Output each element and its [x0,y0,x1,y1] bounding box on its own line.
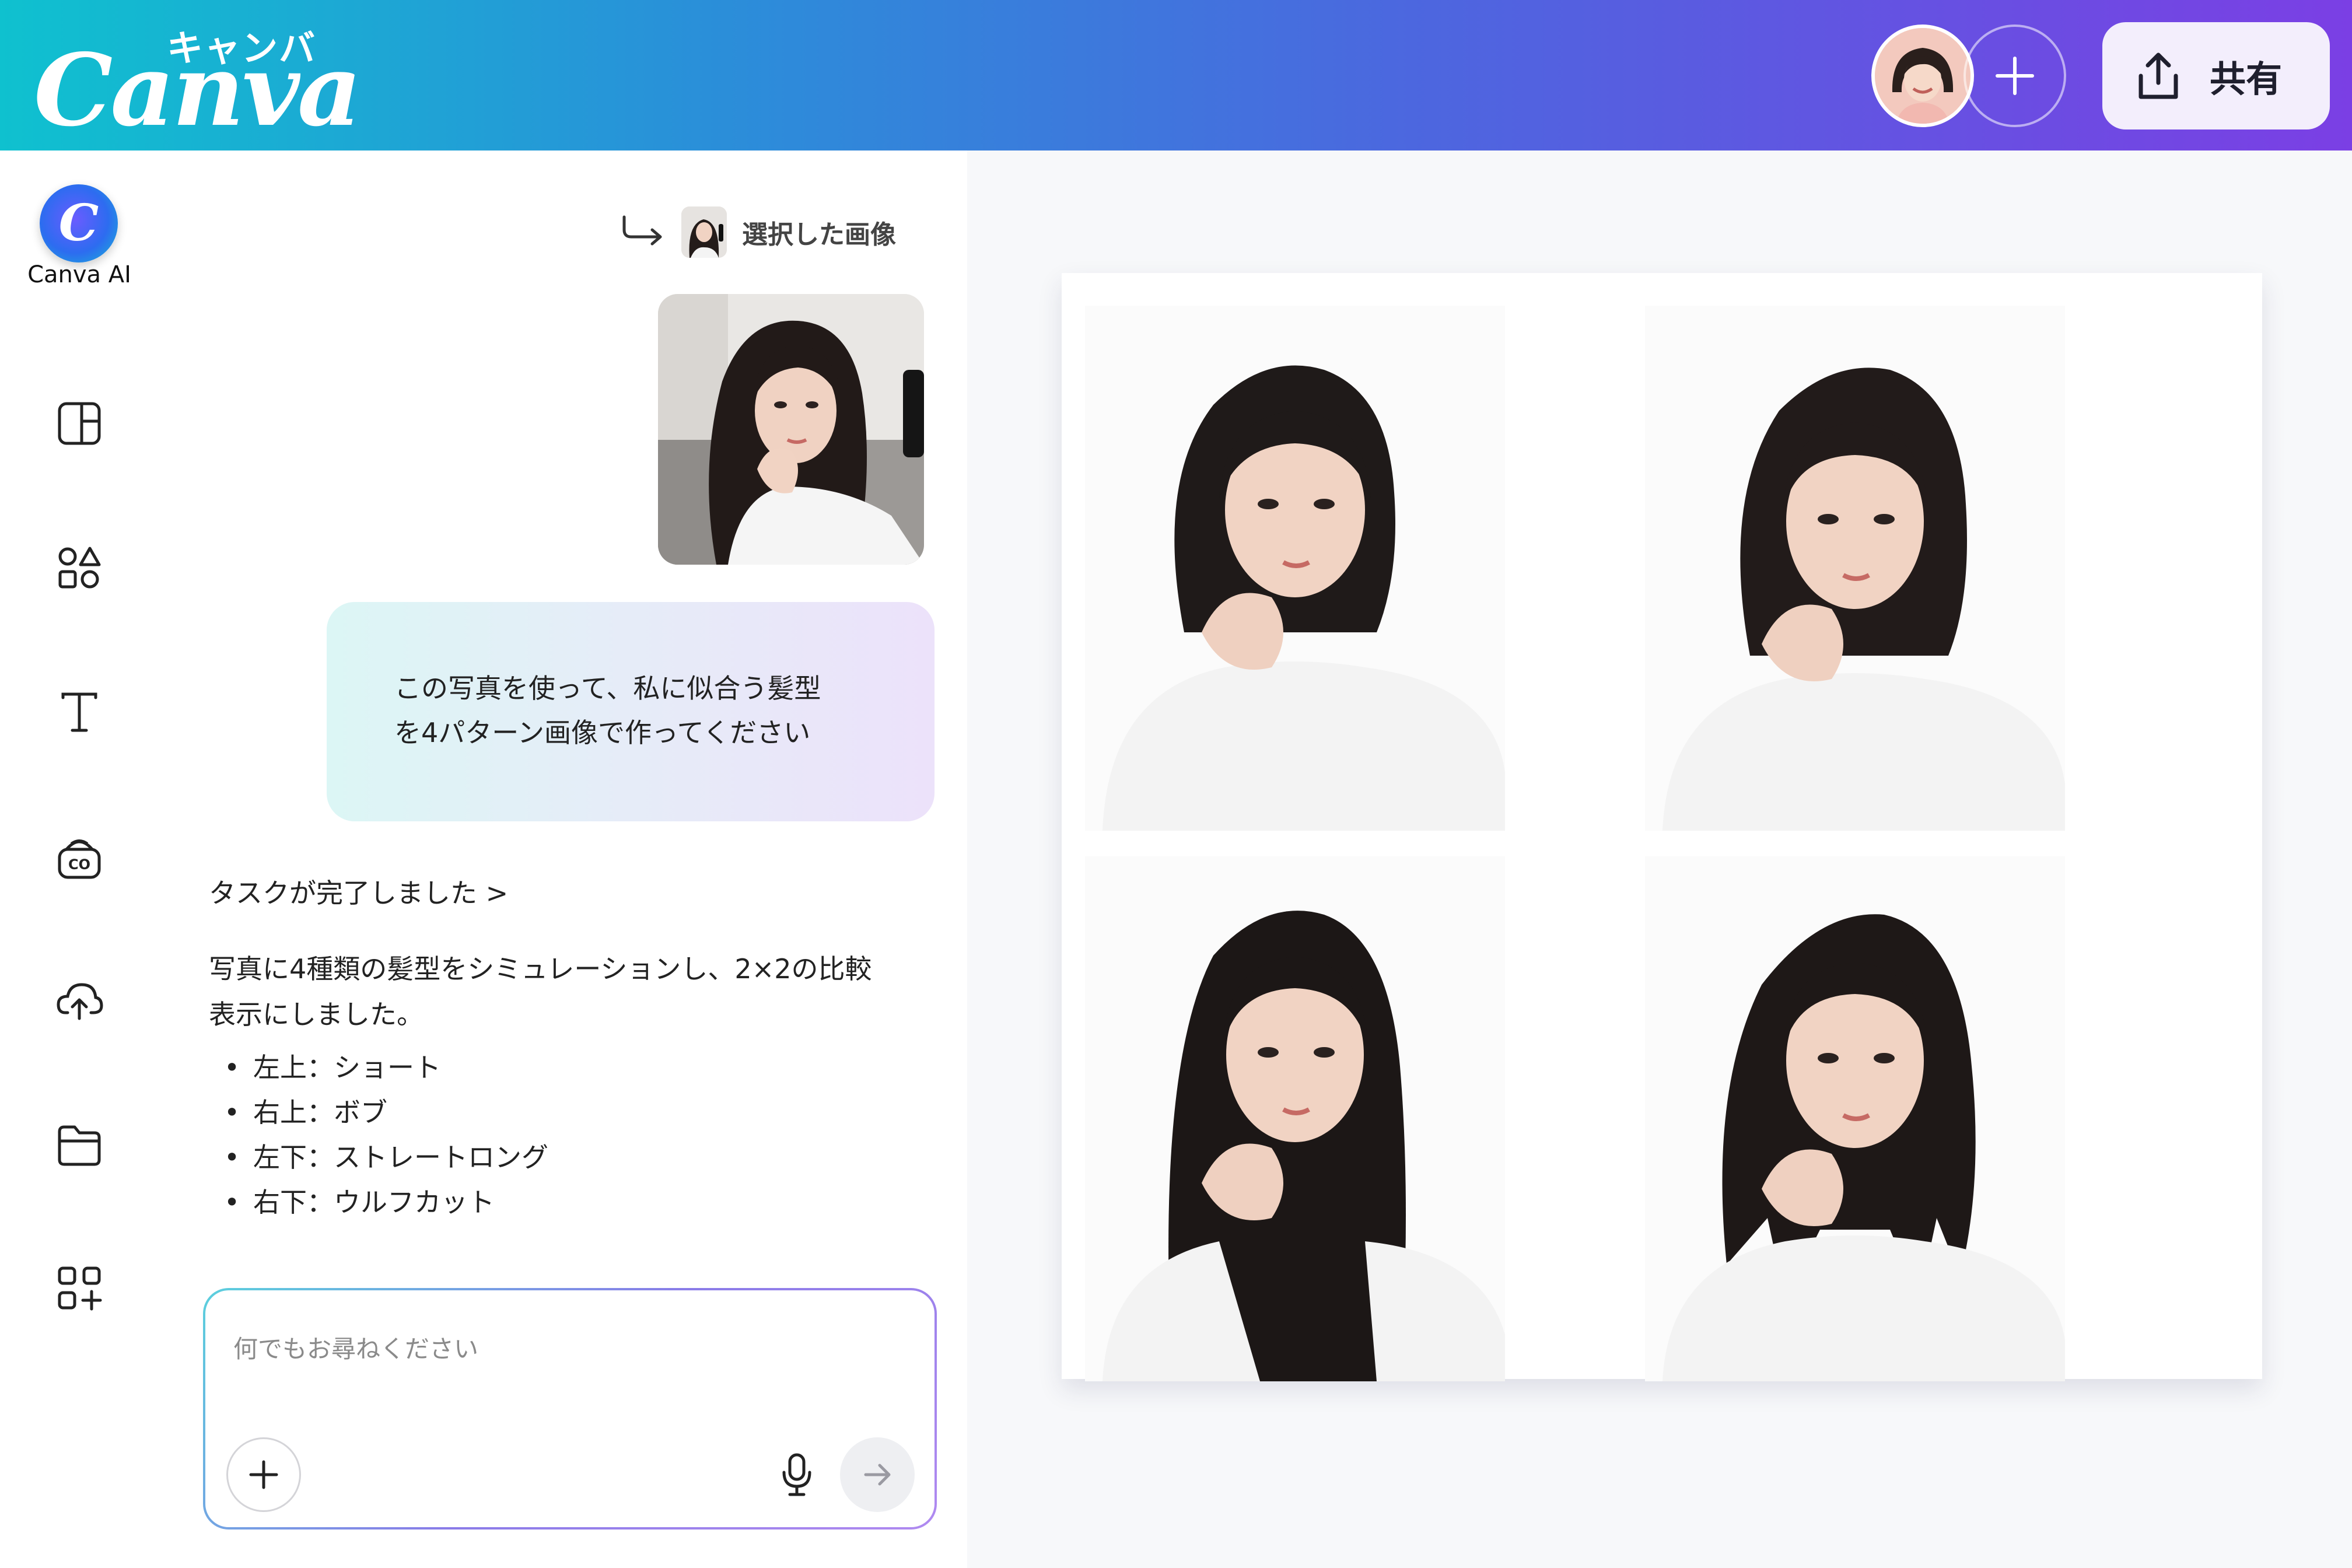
reply-line-1: 写真に4種類の髪型をシミュレーションし、2×2の比較 [209,953,872,985]
portrait-wolf-cut-image [1645,856,2065,1381]
sidebar-item-projects[interactable] [54,1119,105,1170]
send-button[interactable] [840,1437,915,1512]
avatar-portrait-icon [1875,28,1971,124]
share-upload-icon [2138,52,2178,99]
logo-wordmark: Canva [34,32,362,149]
hairstyle-image-straight-long[interactable] [1085,856,1505,1381]
apps-icon [58,1266,102,1311]
selected-image-reference[interactable]: 選択した画像 [620,203,896,261]
plus-icon [1996,57,2034,95]
user-message-line-2: を4パターン画像で作ってください [394,717,811,748]
selected-image-thumbnail [681,206,727,258]
canva-ai-button[interactable]: C [40,184,118,262]
top-header: キャンバ Canva 共有 [0,0,2352,150]
microphone-icon [782,1453,811,1496]
reply-arrow-icon [622,215,662,246]
uploaded-photo-image [658,294,924,565]
sidebar-item-design[interactable] [54,398,105,449]
attach-button[interactable] [226,1437,301,1512]
task-status-link[interactable]: タスクが完了しました > [209,862,944,921]
design-page[interactable] [1062,273,2262,1381]
arrow-right-icon [864,1464,891,1486]
portrait-short-image [1085,306,1505,831]
portrait-straight-long-image [1085,856,1505,1381]
canva-logo[interactable]: キャンバ Canva [34,18,362,140]
sidebar-item-brand[interactable]: CO [54,832,105,883]
projects-folder-icon [58,1125,101,1166]
list-item: 左下：ストレートロング [209,1135,944,1180]
sidebar-item-uploads[interactable] [54,974,105,1026]
hairstyle-list: 左上：ショート 右上：ボブ 左下：ストレートロング 右下：ウルフカット [209,1045,944,1225]
hairstyle-image-bob[interactable] [1645,306,2065,831]
ai-reply: タスクが完了しました > 写真に4種類の髪型をシミュレーションし、2×2の比較 … [209,862,944,1225]
reply-paragraph: 写真に4種類の髪型をシミュレーションし、2×2の比較 表示にしました。 [209,946,944,1037]
list-item: 右下：ウルフカット [209,1180,944,1225]
user-avatar[interactable] [1871,24,1974,127]
uploads-icon [57,983,103,1020]
hairstyle-image-wolf-cut[interactable] [1645,856,2065,1381]
sidebar-item-apps[interactable] [54,1262,105,1314]
ai-chat-panel: 選択した画像 この写真を使って、私に似合う髪型 を4パターン画像で作ってください… [159,150,967,1568]
text-icon [61,692,97,732]
uploaded-photo[interactable] [658,294,924,565]
brand-icon: CO [58,839,101,879]
selected-image-label: 選択した画像 [742,220,896,250]
chat-input-inner [205,1290,935,1527]
add-collaborator-button[interactable] [1964,24,2066,127]
share-button[interactable]: 共有 [2102,22,2330,130]
canva-ai-icon: C [58,194,99,253]
hairstyle-image-short[interactable] [1085,306,1505,831]
canva-ai-label: Canva AI [27,261,131,288]
sidebar-item-text[interactable] [54,686,105,737]
left-sidebar: C Canva AI CO [0,150,159,1568]
share-label: 共有 [2210,58,2283,100]
chat-input-box [203,1288,937,1530]
design-canvas-area [967,150,2352,1568]
plus-icon [249,1460,278,1489]
portrait-bob-image [1645,306,2065,831]
svg-text:CO: CO [68,856,90,873]
elements-icon [58,547,101,589]
user-message-bubble: この写真を使って、私に似合う髪型 を4パターン画像で作ってください [327,602,935,821]
microphone-button[interactable] [765,1443,828,1506]
list-item: 右上：ボブ [209,1090,944,1135]
reply-line-2: 表示にしました。 [209,999,424,1030]
user-message-line-1: この写真を使って、私に似合う髪型 [394,673,821,704]
chat-input[interactable] [233,1325,875,1372]
design-layout-icon [58,402,101,445]
sidebar-item-elements[interactable] [54,542,105,594]
list-item: 左上：ショート [209,1045,944,1090]
